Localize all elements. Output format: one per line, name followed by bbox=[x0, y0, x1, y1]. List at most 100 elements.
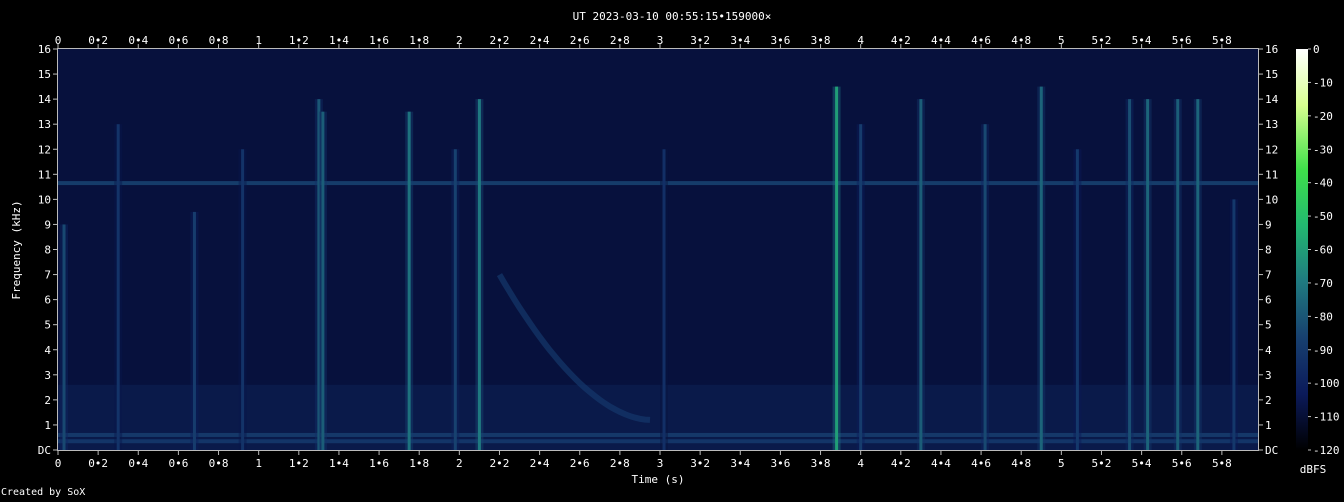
y-tick-label: 1 bbox=[44, 419, 51, 432]
colorbar bbox=[1296, 49, 1308, 450]
x-axis-bottom: 0 0•2 0•4 0•6 0•8 1 1•2 1•4 1•6 1•8 2 2•2 2•4 2•6 2•8 3… bbox=[55, 450, 1232, 470]
impulse-line bbox=[241, 149, 245, 450]
impulse-line bbox=[983, 124, 987, 450]
x-tick-label: 0•6 bbox=[168, 457, 188, 470]
y-tick-label: 9 bbox=[1265, 218, 1272, 231]
x-tick-label: 3•6 bbox=[770, 457, 790, 470]
y-tick-label: 14 bbox=[38, 93, 52, 106]
x-tick-label: 1•2 bbox=[289, 34, 309, 47]
y-tick-label: 8 bbox=[44, 244, 51, 257]
impulse-line bbox=[321, 111, 325, 450]
x-tick-label: 3•4 bbox=[730, 457, 750, 470]
y-tick-label: 12 bbox=[1265, 143, 1278, 156]
impulse-line bbox=[1146, 99, 1150, 450]
impulse-line bbox=[1196, 99, 1200, 450]
y-tick-label: 7 bbox=[44, 269, 51, 282]
y-tick-label: 5 bbox=[1265, 319, 1272, 332]
y-tick-label: 13 bbox=[38, 118, 51, 131]
y-tick-label: 4 bbox=[1265, 344, 1272, 357]
colorbar-tick-label: -40 bbox=[1313, 177, 1333, 190]
colorbar-tick-label: -20 bbox=[1313, 110, 1333, 123]
x-tick-label: 4 bbox=[857, 457, 864, 470]
y-tick-label: 2 bbox=[1265, 394, 1272, 407]
y-tick-label: 2 bbox=[44, 394, 51, 407]
y-tick-label: 14 bbox=[1265, 93, 1279, 106]
colorbar-tick-label: -80 bbox=[1313, 310, 1333, 323]
y-tick-label: 12 bbox=[38, 143, 51, 156]
x-tick-label: 2•6 bbox=[570, 457, 590, 470]
x-tick-label: 3•8 bbox=[811, 457, 831, 470]
x-tick-label: 0 bbox=[55, 457, 62, 470]
x-tick-label: 4•2 bbox=[891, 34, 911, 47]
y-tick-label: 11 bbox=[38, 168, 51, 181]
impulse-line bbox=[1128, 99, 1132, 450]
x-tick-label: 1 bbox=[255, 34, 262, 47]
colorbar-label: dBFS bbox=[1300, 463, 1327, 476]
x-tick-label: 2 bbox=[456, 34, 463, 47]
impulse-line bbox=[1075, 149, 1079, 450]
y-tick-label: 10 bbox=[38, 193, 51, 206]
x-tick-label: 1 bbox=[255, 457, 262, 470]
x-tick-label: 2•2 bbox=[490, 34, 510, 47]
colorbar-ticks: 0 -10 -20 -30 -40 -50 -60 -70 -80 -90 -100 -110 -120 bbox=[1308, 43, 1340, 457]
colorbar-tick-label: -30 bbox=[1313, 143, 1333, 156]
x-tick-label: 1•2 bbox=[289, 457, 309, 470]
y-axis-right: DC12345678910111213141516 bbox=[1258, 43, 1279, 457]
impulse-line bbox=[835, 86, 839, 450]
y-tick-label: 15 bbox=[1265, 68, 1278, 81]
y-axis-label: Frequency (kHz) bbox=[10, 200, 23, 299]
x-tick-label: 4•8 bbox=[1011, 34, 1031, 47]
y-tick-label: DC bbox=[1265, 444, 1278, 457]
x-tick-label: 3 bbox=[657, 34, 664, 47]
y-tick-label: 6 bbox=[44, 294, 51, 307]
x-tick-label: 1•6 bbox=[369, 457, 389, 470]
y-tick-label: 3 bbox=[1265, 369, 1272, 382]
colorbar-tick-label: 0 bbox=[1313, 43, 1320, 56]
x-tick-label: 0•8 bbox=[209, 457, 229, 470]
y-tick-label: DC bbox=[38, 444, 51, 457]
x-tick-label: 2•6 bbox=[570, 34, 590, 47]
y-axis-left: DC12345678910111213141516 bbox=[38, 43, 58, 457]
x-tick-label: 1•8 bbox=[409, 34, 429, 47]
x-tick-label: 1•4 bbox=[329, 34, 349, 47]
impulse-line bbox=[477, 99, 481, 450]
colorbar-tick-label: -60 bbox=[1313, 244, 1333, 257]
x-axis-top: 0 0•2 0•4 0•6 0•8 1 1•2 1•4 1•6 1•8 2 2•2 2•4 2•6 2•8 3… bbox=[55, 34, 1232, 49]
x-tick-label: 5 bbox=[1058, 457, 1065, 470]
impulse-line bbox=[62, 224, 66, 450]
colorbar-tick-label: -120 bbox=[1313, 444, 1340, 457]
impulse-line bbox=[407, 111, 411, 450]
x-tick-label: 1•4 bbox=[329, 457, 349, 470]
y-tick-label: 15 bbox=[38, 68, 51, 81]
impulse-line bbox=[116, 124, 120, 450]
y-tick-label: 5 bbox=[44, 319, 51, 332]
x-tick-label: 3•6 bbox=[770, 34, 790, 47]
y-tick-label: 10 bbox=[1265, 193, 1278, 206]
colorbar-tick-label: -50 bbox=[1313, 210, 1333, 223]
y-tick-label: 8 bbox=[1265, 244, 1272, 257]
x-tick-label: 2•8 bbox=[610, 457, 630, 470]
x-tick-label: 3•2 bbox=[690, 34, 710, 47]
y-tick-label: 13 bbox=[1265, 118, 1278, 131]
x-tick-label: 4•6 bbox=[971, 457, 991, 470]
impulse-line bbox=[453, 149, 457, 450]
impulse-line bbox=[192, 211, 196, 450]
footer-credit: Created by SoX bbox=[1, 487, 85, 498]
x-tick-label: 5•2 bbox=[1092, 457, 1112, 470]
x-tick-label: 3 bbox=[657, 457, 664, 470]
y-tick-label: 9 bbox=[44, 218, 51, 231]
x-tick-label: 0•8 bbox=[209, 34, 229, 47]
y-tick-label: 1 bbox=[1265, 419, 1272, 432]
x-tick-label: 1•6 bbox=[369, 34, 389, 47]
colorbar-tick-label: -100 bbox=[1313, 377, 1340, 390]
x-tick-label: 4•4 bbox=[931, 34, 951, 47]
x-tick-label: 0 bbox=[55, 34, 62, 47]
x-tick-label: 5•4 bbox=[1132, 34, 1152, 47]
x-tick-label: 0•4 bbox=[128, 34, 148, 47]
y-tick-label: 11 bbox=[1265, 168, 1278, 181]
x-tick-label: 0•2 bbox=[88, 457, 108, 470]
x-tick-label: 5 bbox=[1058, 34, 1065, 47]
y-tick-label: 16 bbox=[1265, 43, 1278, 56]
impulse-line bbox=[1176, 99, 1180, 450]
x-tick-label: 4•6 bbox=[971, 34, 991, 47]
